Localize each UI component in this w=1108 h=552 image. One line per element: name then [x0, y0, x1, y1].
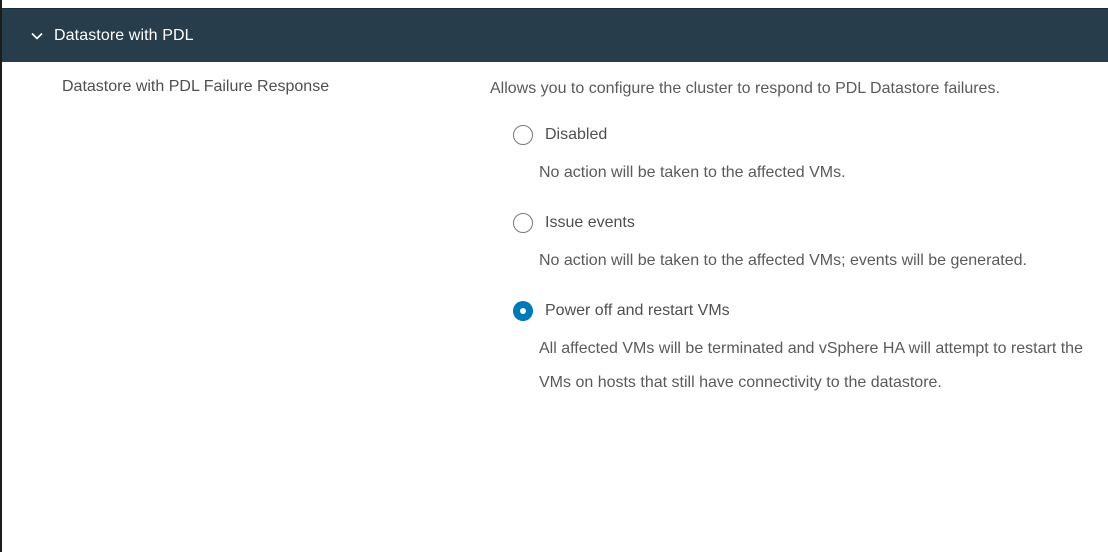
option-issue-events: Issue events No action will be taken to … — [490, 210, 1090, 278]
radio-row-disabled[interactable]: Disabled — [513, 122, 1090, 148]
radio-label-power-off-restart: Power off and restart VMs — [545, 302, 730, 319]
chevron-down-icon[interactable] — [30, 29, 44, 43]
radio-button-power-off-restart[interactable] — [513, 301, 533, 321]
radio-row-power-off-restart[interactable]: Power off and restart VMs — [513, 298, 1090, 324]
radio-button-disabled[interactable] — [513, 125, 533, 145]
option-description-issue-events: No action will be taken to the affected … — [539, 252, 1027, 269]
option-description-power-off-restart: All affected VMs will be terminated and … — [539, 340, 1083, 391]
radio-row-issue-events[interactable]: Issue events — [513, 210, 1090, 236]
option-disabled: Disabled No action will be taken to the … — [490, 122, 1090, 190]
option-power-off-restart: Power off and restart VMs All affected V… — [490, 298, 1090, 400]
setting-label: Datastore with PDL Failure Response — [62, 78, 330, 95]
radio-label-disabled: Disabled — [545, 126, 608, 143]
radio-button-issue-events[interactable] — [513, 213, 533, 233]
setting-description: Allows you to configure the cluster to r… — [490, 80, 1000, 97]
radio-label-issue-events: Issue events — [545, 214, 635, 231]
option-description-disabled: No action will be taken to the affected … — [539, 164, 846, 181]
section-header-datastore-pdl[interactable]: Datastore with PDL — [2, 8, 1108, 62]
section-title: Datastore with PDL — [54, 26, 194, 44]
setting-content: Allows you to configure the cluster to r… — [490, 72, 1090, 400]
settings-panel: Datastore with PDL Datastore with PDL Fa… — [0, 0, 1108, 552]
